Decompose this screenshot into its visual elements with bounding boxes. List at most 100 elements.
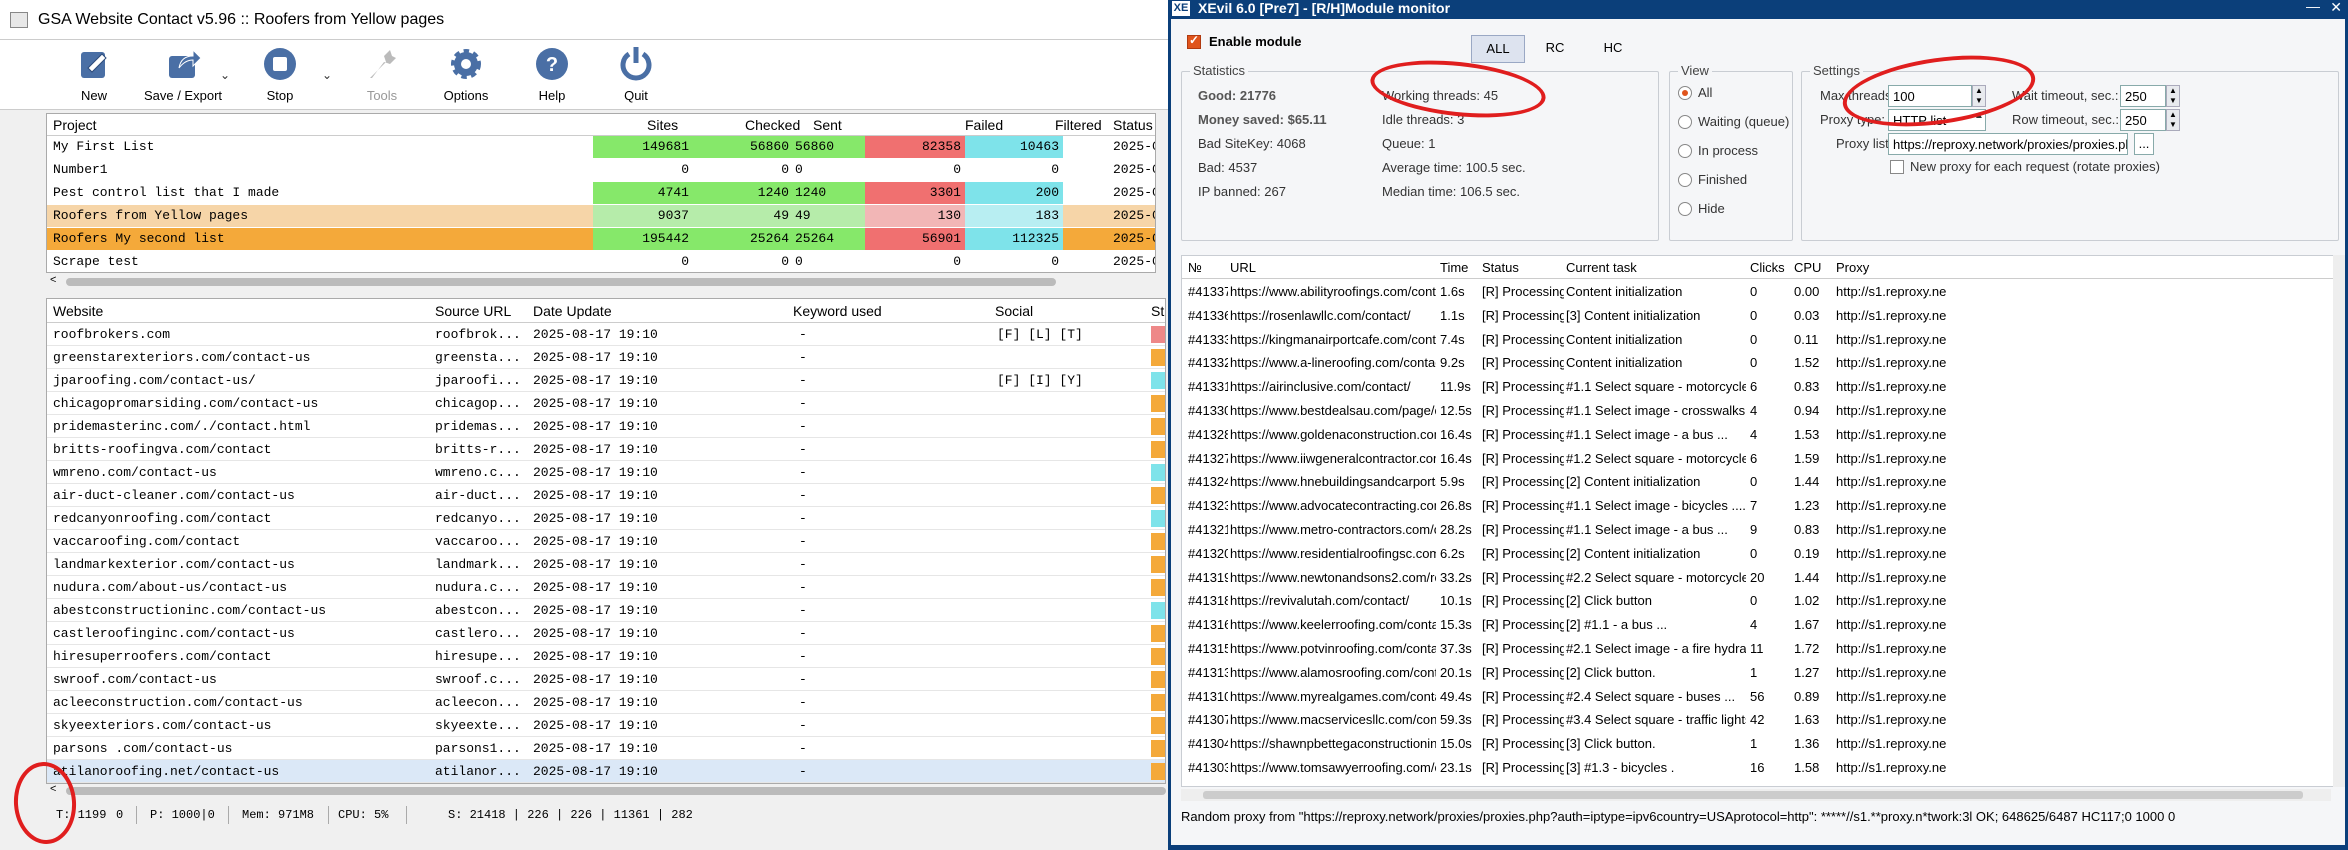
col-date-update[interactable]: Date Update (533, 303, 612, 319)
monitor-row[interactable]: #41332 https://www.a-lineroofing.com/cont… (1182, 351, 2340, 375)
col-current-task[interactable]: Current task (1566, 260, 1637, 275)
monitor-vertical-scrollbar[interactable] (2333, 255, 2345, 787)
proxy-list-browse-button[interactable]: ... (2134, 133, 2154, 155)
project-row[interactable]: Roofers My second list 195442 25264 25264 56… (47, 228, 1155, 250)
site-row[interactable]: britts-roofingva.com/contact britts-r... 2… (47, 438, 1165, 461)
monitor-row[interactable]: #41318 https://revivalutah.com/contact/10… (1182, 589, 2340, 613)
row-timeout-input[interactable]: 250 (2120, 109, 2166, 131)
site-row[interactable]: chicagopromarsiding.com/contact-us chicag… (47, 392, 1165, 415)
monitor-row[interactable]: #41336 https://rosenlawllc.com/contact/1.… (1182, 304, 2340, 328)
monitor-row[interactable]: #41330https://www.bestdealsau.com/page/c… (1182, 399, 2340, 423)
tab-all[interactable]: ALL (1471, 35, 1525, 63)
new-button[interactable]: New (66, 44, 122, 108)
col-website[interactable]: Website (53, 303, 103, 319)
monitor-row[interactable]: #41327 https://www.iiwgeneralcontractor.c… (1182, 447, 2340, 471)
col-project[interactable]: Project (53, 117, 97, 133)
monitor-row[interactable]: #41310https://www.myrealgames.com/contac… (1182, 685, 2340, 709)
site-row[interactable]: parsons .com/contact-us parsons1... 2025-0… (47, 737, 1165, 760)
site-row[interactable]: landmarkexterior.com/contact-us landmark.… (47, 553, 1165, 576)
site-row[interactable]: abestconstructioninc.com/contact-us abest… (47, 599, 1165, 622)
col-failed[interactable]: Failed (965, 117, 1003, 133)
view-radio-waiting-queue[interactable] (1678, 115, 1692, 129)
project-row[interactable]: Scrape test 0 0 0 0 0 2025-0 (47, 251, 1155, 272)
tools-button[interactable]: Tools (354, 44, 410, 108)
project-row[interactable]: My First List 149681 56860 56860 82358 10463 2… (47, 136, 1155, 158)
project-row[interactable]: Roofers from Yellow pages 9037 49 49 130 183 2… (47, 205, 1155, 227)
sites-scrollbar[interactable]: < (46, 783, 1166, 798)
quit-button[interactable]: Quit (608, 44, 664, 108)
col-keyword[interactable]: Keyword used (793, 303, 882, 319)
monitor-row[interactable]: #41328 https://www.goldenaconstruction.co… (1182, 423, 2340, 447)
options-button[interactable]: Options (436, 44, 496, 108)
close-icon[interactable]: ✕ (2330, 0, 2342, 16)
col-checked[interactable]: Checked (745, 117, 800, 133)
stop-dropdown-icon[interactable]: ⌄ (322, 68, 332, 82)
site-row[interactable]: greenstarexteriors.com/contact-us greenst… (47, 346, 1165, 369)
col-source-url[interactable]: Source URL (435, 303, 511, 319)
col-clicks[interactable]: Clicks (1750, 260, 1785, 275)
col-url[interactable]: URL (1230, 260, 1256, 275)
site-row[interactable]: pridemasterinc.com/./contact.html pridema… (47, 415, 1165, 438)
col-sites[interactable]: Sites (647, 117, 678, 133)
view-radio-in-process[interactable] (1678, 144, 1692, 158)
wait-timeout-spinner[interactable]: ▲ ▼ (2166, 85, 2180, 107)
col-status[interactable]: Status (1482, 260, 1519, 275)
monitor-row[interactable]: #41321 https://www.metro-contractors.com/… (1182, 518, 2340, 542)
site-row[interactable]: jparoofing.com/contact-us/jparoofi... 202… (47, 369, 1165, 392)
site-row[interactable]: castleroofinginc.com/contact-us castlero.… (47, 622, 1165, 645)
monitor-row[interactable]: #41313 https://www.alamosroofing.com/cont… (1182, 661, 2340, 685)
monitor-row[interactable]: #41316 https://www.keelerroofing.com/cont… (1182, 613, 2340, 637)
project-row[interactable]: Number1 0 0 0 0 0 2025-0 (47, 159, 1155, 181)
site-row[interactable]: skyeexteriors.com/contact-us skyeexte... 2… (47, 714, 1165, 737)
monitor-row[interactable]: #41324 https://www.hnebuildingsandcarport… (1182, 470, 2340, 494)
help-button[interactable]: ? Help (524, 44, 580, 108)
col-time[interactable]: Time (1440, 260, 1468, 275)
projects-scrollbar[interactable]: < (46, 274, 1156, 289)
monitor-row[interactable]: #41333 https://kingmanairportcafe.com/con… (1182, 328, 2340, 352)
tab-hc[interactable]: HC (1591, 35, 1635, 63)
site-row[interactable]: redcanyonroofing.com/contact redcanyo... 2… (47, 507, 1165, 530)
col-sent[interactable]: Sent (813, 117, 842, 133)
monitor-row[interactable]: #41337 https://www.abilityroofings.com/co… (1182, 280, 2340, 304)
site-row[interactable]: nudura.com/about-us/contact-us nudura.c..… (47, 576, 1165, 599)
site-row[interactable]: roofbrokers.com roofbrok... 2025-08-17 19:… (47, 323, 1165, 346)
col-proxy[interactable]: Proxy (1836, 260, 1869, 275)
monitor-row[interactable]: #41319https://www.newtonandsons2.com/roo… (1182, 566, 2340, 590)
scroll-thumb[interactable] (66, 787, 1166, 795)
site-row[interactable]: wmreno.com/contact-us wmreno.c... 2025-08-… (47, 461, 1165, 484)
col-number[interactable]: № (1188, 260, 1202, 275)
save-export-dropdown-icon[interactable]: ⌄ (220, 68, 230, 82)
project-row[interactable]: Pest control list that I made 4741 1240 124… (47, 182, 1155, 204)
rotate-proxy-checkbox[interactable] (1890, 160, 1904, 174)
monitor-row[interactable]: #41303https://www.tomsawyerroofing.com/c… (1182, 756, 2340, 780)
site-row[interactable]: swroof.com/contact-us swroof.c... 2025-08-… (47, 668, 1165, 691)
col-social[interactable]: Social (995, 303, 1033, 319)
monitor-horizontal-scrollbar[interactable] (1181, 789, 2331, 801)
row-timeout-spinner[interactable]: ▲ ▼ (2166, 109, 2180, 131)
col-status[interactable]: Status (1113, 117, 1153, 133)
col-cpu[interactable]: CPU (1794, 260, 1821, 275)
wait-timeout-input[interactable]: 250 (2120, 85, 2166, 107)
col-st[interactable]: St (1151, 303, 1164, 319)
stop-button[interactable]: Stop (252, 44, 308, 108)
tab-rc[interactable]: RC (1533, 35, 1577, 63)
proxy-list-input[interactable]: https://reproxy.network/proxies/proxies.… (1888, 133, 2128, 155)
scroll-thumb[interactable] (1203, 791, 2303, 799)
site-row[interactable]: vaccaroofing.com/contact vaccaroo... 2025-… (47, 530, 1165, 553)
view-radio-hide[interactable] (1678, 202, 1692, 216)
col-filtered[interactable]: Filtered (1055, 117, 1102, 133)
site-row[interactable]: acleeconstruction.com/contact-us acleecon… (47, 691, 1165, 714)
site-row[interactable]: atilanoroofing.net/contact-us atilanor...… (47, 760, 1165, 783)
site-row[interactable]: air-duct-cleaner.com/contact-us air-duct.… (47, 484, 1165, 507)
monitor-row[interactable]: #41315 https://www.potvinroofing.com/cont… (1182, 637, 2340, 661)
site-row[interactable]: hiresuperroofers.com/contact hiresupe... 2… (47, 645, 1165, 668)
monitor-row[interactable]: #41304 https://shawnpbettegaconstructioni… (1182, 732, 2340, 756)
monitor-row[interactable]: #41331 https://airinclusive.com/contact/1… (1182, 375, 2340, 399)
view-radio-finished[interactable] (1678, 173, 1692, 187)
scroll-thumb[interactable] (66, 278, 1056, 286)
view-radio-all[interactable] (1678, 86, 1692, 100)
scroll-left-icon[interactable]: < (50, 274, 56, 286)
enable-module-checkbox[interactable] (1187, 33, 1201, 49)
minimize-icon[interactable]: — (2306, 0, 2320, 14)
monitor-row[interactable]: #41320 https://www.residentialroofingsc.c… (1182, 542, 2340, 566)
